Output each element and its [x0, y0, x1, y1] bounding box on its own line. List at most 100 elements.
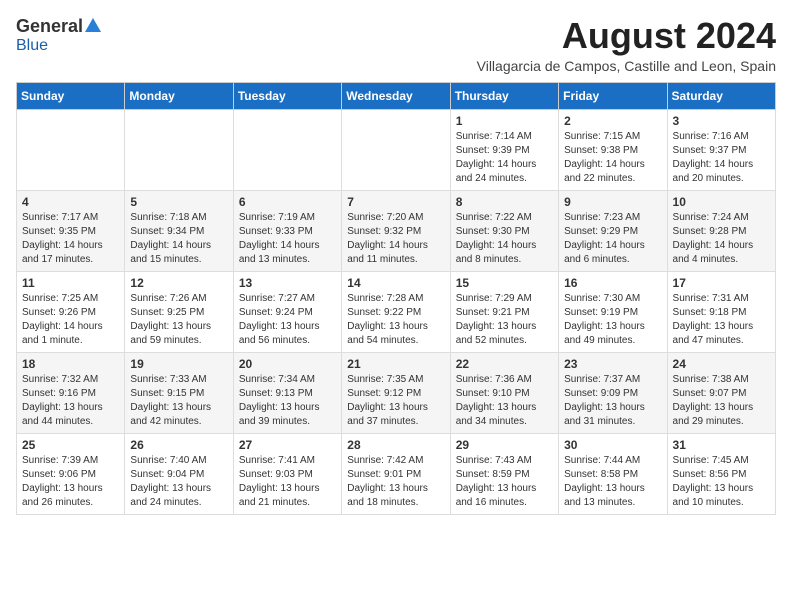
- day-info: Sunrise: 7:36 AM Sunset: 9:10 PM Dayligh…: [456, 373, 553, 429]
- day-number: 17: [673, 276, 770, 290]
- day-info: Sunrise: 7:25 AM Sunset: 9:26 PM Dayligh…: [22, 292, 119, 348]
- calendar-subtitle: Villagarcia de Campos, Castille and Leon…: [477, 58, 776, 74]
- calendar-cell: 19 Sunrise: 7:33 AM Sunset: 9:15 PM Dayli…: [125, 352, 233, 433]
- page-header: General Blue August 2024 Villagarcia de …: [16, 16, 776, 74]
- day-number: 23: [564, 357, 661, 371]
- title-area: August 2024 Villagarcia de Campos, Casti…: [477, 16, 776, 74]
- day-info: Sunrise: 7:45 AM Sunset: 8:56 PM Dayligh…: [673, 454, 770, 510]
- day-number: 26: [130, 438, 227, 452]
- day-info: Sunrise: 7:39 AM Sunset: 9:06 PM Dayligh…: [22, 454, 119, 510]
- day-number: 13: [239, 276, 336, 290]
- day-number: 16: [564, 276, 661, 290]
- calendar-cell: 21 Sunrise: 7:35 AM Sunset: 9:12 PM Dayli…: [342, 352, 450, 433]
- logo-triangle-icon: [85, 18, 101, 32]
- calendar-week-row: 18Sunrise: 7:32 AM Sunset: 9:16 PM Dayli…: [17, 352, 776, 433]
- day-number: 24: [673, 357, 770, 371]
- day-info: Sunrise: 7:38 AM Sunset: 9:07 PM Dayligh…: [673, 373, 770, 429]
- day-info: Sunrise: 7:33 AM Sunset: 9:15 PM Dayligh…: [130, 373, 227, 429]
- calendar-cell: [17, 109, 125, 190]
- day-info: Sunrise: 7:37 AM Sunset: 9:09 PM Dayligh…: [564, 373, 661, 429]
- weekday-header-sunday: Sunday: [17, 82, 125, 109]
- day-number: 9: [564, 195, 661, 209]
- calendar-cell: 30Sunrise: 7:44 AM Sunset: 8:58 PM Dayli…: [559, 433, 667, 514]
- calendar-title: August 2024: [477, 16, 776, 56]
- day-info: Sunrise: 7:31 AM Sunset: 9:18 PM Dayligh…: [673, 292, 770, 348]
- day-info: Sunrise: 7:40 AM Sunset: 9:04 PM Dayligh…: [130, 454, 227, 510]
- calendar-cell: 24 Sunrise: 7:38 AM Sunset: 9:07 PM Dayli…: [667, 352, 775, 433]
- calendar-cell: [125, 109, 233, 190]
- day-info: Sunrise: 7:26 AM Sunset: 9:25 PM Dayligh…: [130, 292, 227, 348]
- calendar-cell: 17 Sunrise: 7:31 AM Sunset: 9:18 PM Dayli…: [667, 271, 775, 352]
- calendar-cell: 3 Sunrise: 7:16 AM Sunset: 9:37 PM Daylig…: [667, 109, 775, 190]
- day-info: Sunrise: 7:28 AM Sunset: 9:22 PM Dayligh…: [347, 292, 444, 348]
- calendar-cell: 5 Sunrise: 7:18 AM Sunset: 9:34 PM Daylig…: [125, 190, 233, 271]
- day-number: 30: [564, 438, 661, 452]
- day-number: 31: [673, 438, 770, 452]
- day-number: 12: [130, 276, 227, 290]
- calendar-week-row: 1 Sunrise: 7:14 AM Sunset: 9:39 PM Daylig…: [17, 109, 776, 190]
- day-info: Sunrise: 7:15 AM Sunset: 9:38 PM Dayligh…: [564, 130, 661, 186]
- day-info: Sunrise: 7:41 AM Sunset: 9:03 PM Dayligh…: [239, 454, 336, 510]
- day-info: Sunrise: 7:24 AM Sunset: 9:28 PM Dayligh…: [673, 211, 770, 267]
- calendar-cell: 27Sunrise: 7:41 AM Sunset: 9:03 PM Dayli…: [233, 433, 341, 514]
- day-number: 19: [130, 357, 227, 371]
- day-info: Sunrise: 7:27 AM Sunset: 9:24 PM Dayligh…: [239, 292, 336, 348]
- weekday-header-thursday: Thursday: [450, 82, 558, 109]
- calendar-cell: 8Sunrise: 7:22 AM Sunset: 9:30 PM Daylig…: [450, 190, 558, 271]
- day-info: Sunrise: 7:34 AM Sunset: 9:13 PM Dayligh…: [239, 373, 336, 429]
- day-info: Sunrise: 7:30 AM Sunset: 9:19 PM Dayligh…: [564, 292, 661, 348]
- calendar-week-row: 11 Sunrise: 7:25 AM Sunset: 9:26 PM Dayli…: [17, 271, 776, 352]
- calendar-week-row: 4 Sunrise: 7:17 AM Sunset: 9:35 PM Daylig…: [17, 190, 776, 271]
- day-info: Sunrise: 7:29 AM Sunset: 9:21 PM Dayligh…: [456, 292, 553, 348]
- weekday-header-row: SundayMondayTuesdayWednesdayThursdayFrid…: [17, 82, 776, 109]
- day-info: Sunrise: 7:16 AM Sunset: 9:37 PM Dayligh…: [673, 130, 770, 186]
- calendar-cell: [233, 109, 341, 190]
- calendar-cell: [342, 109, 450, 190]
- logo-blue-text: Blue: [16, 37, 48, 55]
- calendar-cell: 29 Sunrise: 7:43 AM Sunset: 8:59 PM Dayli…: [450, 433, 558, 514]
- day-number: 1: [456, 114, 553, 128]
- calendar-cell: 11 Sunrise: 7:25 AM Sunset: 9:26 PM Dayli…: [17, 271, 125, 352]
- day-info: Sunrise: 7:14 AM Sunset: 9:39 PM Dayligh…: [456, 130, 553, 186]
- day-info: Sunrise: 7:35 AM Sunset: 9:12 PM Dayligh…: [347, 373, 444, 429]
- calendar-cell: 10 Sunrise: 7:24 AM Sunset: 9:28 PM Dayli…: [667, 190, 775, 271]
- day-info: Sunrise: 7:18 AM Sunset: 9:34 PM Dayligh…: [130, 211, 227, 267]
- calendar-cell: 13 Sunrise: 7:27 AM Sunset: 9:24 PM Dayli…: [233, 271, 341, 352]
- calendar-cell: 20 Sunrise: 7:34 AM Sunset: 9:13 PM Dayli…: [233, 352, 341, 433]
- day-number: 3: [673, 114, 770, 128]
- logo: General Blue: [16, 16, 101, 55]
- calendar-cell: 16 Sunrise: 7:30 AM Sunset: 9:19 PM Dayli…: [559, 271, 667, 352]
- day-number: 8: [456, 195, 553, 209]
- weekday-header-saturday: Saturday: [667, 82, 775, 109]
- calendar-cell: 23 Sunrise: 7:37 AM Sunset: 9:09 PM Dayli…: [559, 352, 667, 433]
- day-number: 20: [239, 357, 336, 371]
- logo-general-text: General: [16, 16, 83, 37]
- day-info: Sunrise: 7:23 AM Sunset: 9:29 PM Dayligh…: [564, 211, 661, 267]
- day-number: 29: [456, 438, 553, 452]
- day-info: Sunrise: 7:19 AM Sunset: 9:33 PM Dayligh…: [239, 211, 336, 267]
- day-number: 4: [22, 195, 119, 209]
- day-number: 5: [130, 195, 227, 209]
- day-number: 21: [347, 357, 444, 371]
- day-number: 6: [239, 195, 336, 209]
- calendar-cell: 18Sunrise: 7:32 AM Sunset: 9:16 PM Dayli…: [17, 352, 125, 433]
- day-number: 11: [22, 276, 119, 290]
- day-info: Sunrise: 7:43 AM Sunset: 8:59 PM Dayligh…: [456, 454, 553, 510]
- calendar-cell: 4 Sunrise: 7:17 AM Sunset: 9:35 PM Daylig…: [17, 190, 125, 271]
- day-info: Sunrise: 7:17 AM Sunset: 9:35 PM Dayligh…: [22, 211, 119, 267]
- calendar-cell: 25 Sunrise: 7:39 AM Sunset: 9:06 PM Dayli…: [17, 433, 125, 514]
- day-number: 25: [22, 438, 119, 452]
- weekday-header-tuesday: Tuesday: [233, 82, 341, 109]
- calendar-week-row: 25 Sunrise: 7:39 AM Sunset: 9:06 PM Dayli…: [17, 433, 776, 514]
- calendar-cell: 12 Sunrise: 7:26 AM Sunset: 9:25 PM Dayli…: [125, 271, 233, 352]
- day-info: Sunrise: 7:42 AM Sunset: 9:01 PM Dayligh…: [347, 454, 444, 510]
- day-number: 2: [564, 114, 661, 128]
- day-number: 10: [673, 195, 770, 209]
- calendar-cell: 6 Sunrise: 7:19 AM Sunset: 9:33 PM Daylig…: [233, 190, 341, 271]
- day-number: 14: [347, 276, 444, 290]
- calendar-cell: 31 Sunrise: 7:45 AM Sunset: 8:56 PM Dayli…: [667, 433, 775, 514]
- day-number: 28: [347, 438, 444, 452]
- calendar-table: SundayMondayTuesdayWednesdayThursdayFrid…: [16, 82, 776, 515]
- calendar-cell: 22Sunrise: 7:36 AM Sunset: 9:10 PM Dayli…: [450, 352, 558, 433]
- calendar-cell: 2 Sunrise: 7:15 AM Sunset: 9:38 PM Daylig…: [559, 109, 667, 190]
